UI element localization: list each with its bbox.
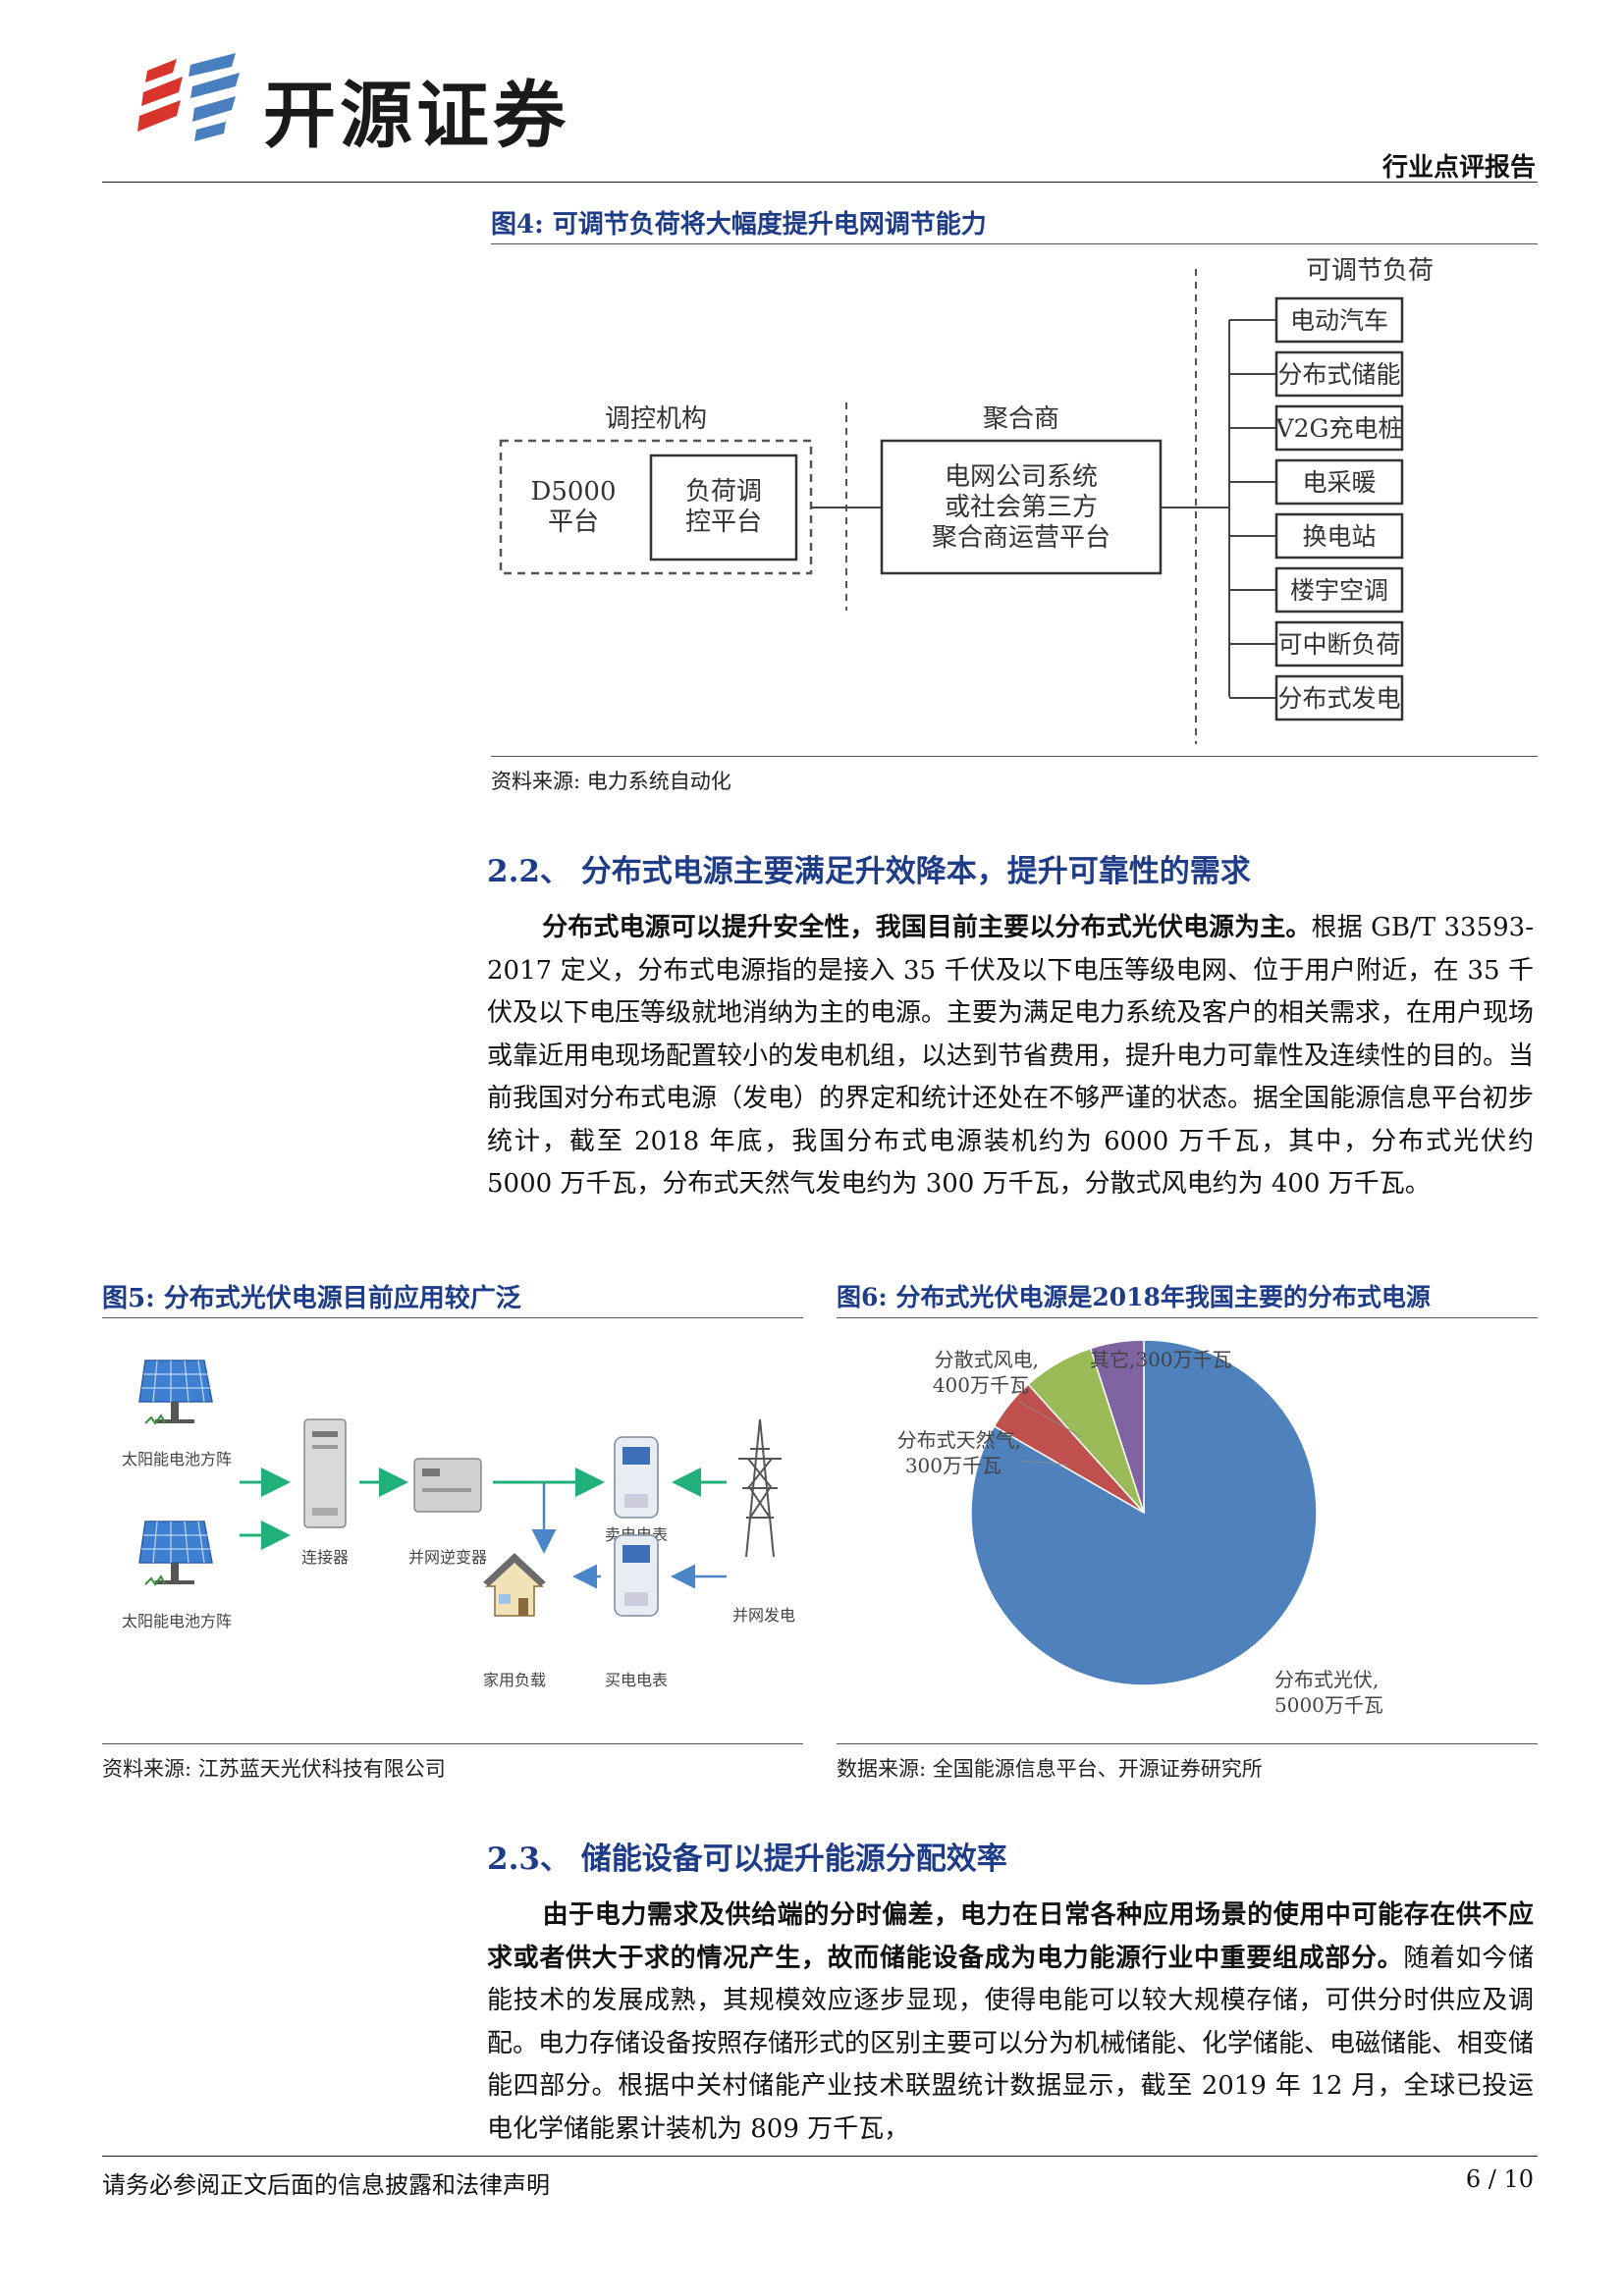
pie-label-other: 其它,300万千瓦 [1090,1348,1232,1371]
section23-lead: 由于电力需求及供给端的分时偏差，电力在日常各种应用场景的使用中可能存在供不应求或… [487,1900,1534,1973]
figure6-bottom-rule [837,1743,1538,1744]
header-rule [102,182,1538,183]
solar-panel-icon [138,1521,213,1586]
figure5-bottom-rule [102,1743,803,1744]
house-icon [483,1553,546,1617]
pie-label-pv-line1: 分布式光伏, [1274,1668,1379,1691]
adjustable-load-label: 可调节负荷 [1306,256,1434,286]
figure4-bottom-rule [491,756,1538,757]
load-item-label: 楼宇空调 [1290,576,1388,605]
buy-meter-icon [614,1534,659,1617]
figure6-source: 数据来源: 全国能源信息平台、开源证券研究所 [837,1757,1263,1781]
load-item-label: 电动汽车 [1290,306,1388,335]
load-item-label: 电采暖 [1302,468,1376,497]
figure4-title: 图4: 可调节负荷将大幅度提升电网调节能力 [491,210,987,240]
section22-title: 2.2、 分布式电源主要满足升效降本，提升可靠性的需求 [487,854,1251,889]
aggregator-line1: 电网公司系统 [945,462,1098,492]
figure5-top-rule [102,1317,803,1318]
aggregator-line3: 聚合商运营平台 [932,523,1110,553]
brand-name: 开源证券 [263,74,569,158]
solar-panel-icon [138,1360,213,1425]
pie-label-gas-line2: 300万千瓦 [905,1454,1001,1477]
aggregator-label: 聚合商 [983,404,1059,434]
page-number: 6 / 10 [1465,2165,1534,2193]
load-item-label: 换电站 [1302,522,1376,551]
load-item-label: 可中断负荷 [1277,630,1400,659]
load-platform-line2: 控平台 [685,507,762,537]
section22-body: 根据 GB/T 33593-2017 定义，分布式电源指的是接入 35 千伏及以… [487,913,1535,1199]
footer-disclaimer: 请务必参阅正文后面的信息披露和法律声明 [102,2171,550,2199]
buy-meter-label: 买电电表 [605,1671,668,1689]
sell-meter-icon [614,1436,659,1519]
section22-paragraph: 分布式电源可以提升安全性，我国目前主要以分布式光伏电源为主。根据 GB/T 33… [487,907,1534,1206]
control-agency-label: 调控机构 [605,404,707,434]
figure5-title: 图5: 分布式光伏电源目前应用较广泛 [102,1284,521,1313]
inverter-icon [413,1458,482,1513]
figure5-diagram: 太阳能电池方阵 太阳能电池方阵 连接器 并网逆变器 卖电电表 并网发电 [122,1360,795,1689]
pie-label-wind-line1: 分散式风电, [935,1348,1039,1371]
home-label: 家用负载 [483,1671,546,1689]
section22-lead: 分布式电源可以提升安全性，我国目前主要以分布式光伏电源为主。 [542,913,1312,942]
load-item-label: 分布式发电 [1277,684,1400,713]
grid-label: 并网发电 [732,1606,795,1625]
load-item-label: V2G充电桩 [1275,414,1403,443]
connector-label: 连接器 [301,1548,349,1567]
figure6-title: 图6: 分布式光伏电源是2018年我国主要的分布式电源 [837,1283,1431,1311]
pie-label-gas-line1: 分布式天然气, [897,1428,1021,1452]
report-type: 行业点评报告 [1381,153,1536,183]
figure6-top-rule [837,1317,1538,1318]
connector-icon [303,1418,347,1528]
d5000-line1: D5000 [530,477,616,507]
inverter-label: 并网逆变器 [408,1548,487,1567]
pie-label-pv-line2: 5000万千瓦 [1274,1693,1383,1717]
section23-title: 2.3、 储能设备可以提升能源分配效率 [487,1842,1007,1877]
figure5-source: 资料来源: 江苏蓝天光伏科技有限公司 [102,1757,446,1781]
aggregator-line2: 或社会第三方 [945,493,1098,522]
footer-rule [102,2156,1538,2157]
power-tower-icon [738,1418,782,1558]
section23-paragraph: 由于电力需求及供给端的分时偏差，电力在日常各种应用场景的使用中可能存在供不应求或… [487,1895,1534,2151]
load-item-label: 分布式储能 [1277,360,1400,389]
pie-label-wind-line2: 400万千瓦 [933,1373,1029,1397]
load-platform-line1: 负荷调 [685,477,762,507]
figure4-top-rule [491,243,1538,244]
figure4-diagram: 调控机构 D5000 平台 负荷调 控平台 聚合商 电网公司系统 或社会第三方 … [499,256,1434,744]
figure4-source: 资料来源: 电力系统自动化 [491,770,731,793]
d5000-line2: 平台 [548,507,599,537]
panel1-label: 太阳能电池方阵 [122,1450,232,1468]
brand-logo-icon [137,53,240,141]
section23-body: 随着如今储能技术的发展成熟，其规模效应逐步显现，使得电能可以较大规模存储，可供分… [487,1943,1535,2144]
panel2-label: 太阳能电池方阵 [122,1612,232,1630]
figure6-pie-chart: 分布式光伏, 5000万千瓦 分布式天然气, 300万千瓦 分散式风电, 400… [897,1339,1383,1717]
